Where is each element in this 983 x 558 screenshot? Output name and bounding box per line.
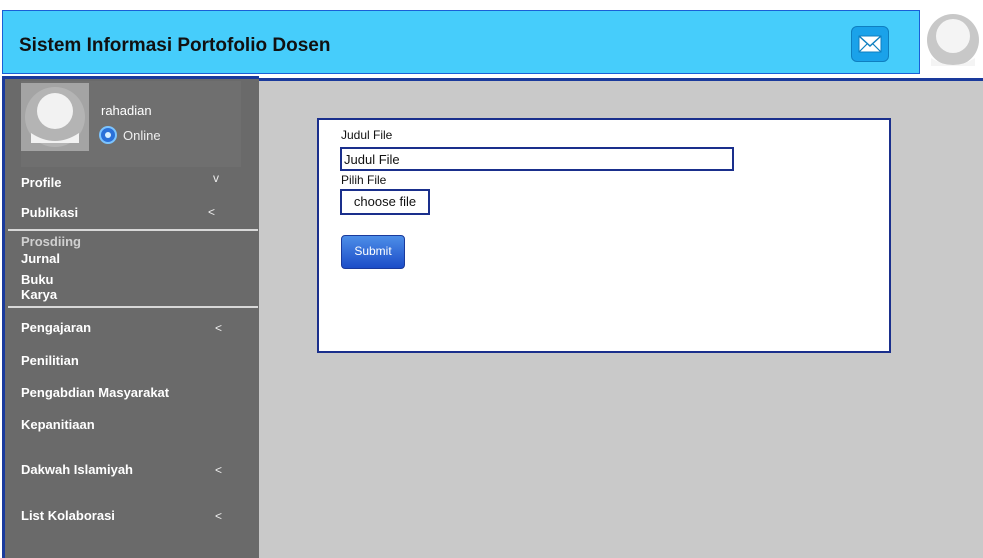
mail-icon[interactable] bbox=[851, 26, 889, 62]
chevron-left-icon: < bbox=[215, 463, 223, 477]
sidebar-item-label: Pengabdian Masyarakat bbox=[21, 385, 170, 400]
sidebar-item-pengabdian-masyarakat[interactable]: Pengabdian Masyarakat bbox=[21, 385, 169, 400]
top-header: Sistem Informasi Portofolio Dosen bbox=[2, 10, 920, 74]
chevron-left-icon: < bbox=[215, 509, 223, 523]
upload-form: Judul File Pilih File choose file Submit bbox=[317, 118, 891, 353]
sidebar-subitem-karya[interactable]: Karya bbox=[21, 288, 57, 302]
profile-panel: rahadian Online bbox=[21, 81, 241, 167]
app-title: Sistem Informasi Portofolio Dosen bbox=[19, 35, 331, 56]
sidebar-subitem-prosdiing[interactable]: Prosdiing bbox=[21, 235, 81, 249]
pilih-file-label: Pilih File bbox=[341, 173, 387, 187]
sidebar-item-dakwah-islamiyah[interactable]: Dakwah Islamiyah bbox=[21, 462, 133, 477]
sidebar-item-pengajaran[interactable]: Pengajaran bbox=[21, 320, 91, 335]
chevron-left-icon: < bbox=[208, 205, 216, 219]
chevron-down-icon: v bbox=[213, 171, 219, 185]
sidebar-item-kepanitiaan[interactable]: Kepanitiaan bbox=[21, 417, 95, 432]
sidebar-item-label: Publikasi bbox=[21, 205, 79, 220]
sidebar-subitem-jurnal[interactable]: Jurnal bbox=[21, 252, 60, 266]
sidebar-subitem-buku[interactable]: Buku bbox=[21, 273, 54, 287]
divider bbox=[8, 229, 258, 231]
divider bbox=[8, 306, 258, 308]
judul-file-label: Judul File bbox=[341, 128, 393, 142]
sidebar-item-label: List Kolaborasi bbox=[21, 508, 115, 523]
sidebar-item-label: Pengajaran bbox=[21, 320, 92, 335]
choose-file-button[interactable]: choose file bbox=[340, 189, 430, 215]
username: rahadian bbox=[101, 103, 152, 118]
sidebar-item-profile[interactable]: Profile bbox=[21, 175, 61, 190]
user-avatar-icon[interactable] bbox=[922, 8, 980, 78]
sidebar-item-label: Kepanitiaan bbox=[21, 417, 95, 432]
judul-file-input[interactable] bbox=[340, 147, 734, 171]
sidebar-item-label: Dakwah Islamiyah bbox=[21, 462, 133, 477]
status-label: Online bbox=[123, 128, 161, 143]
online-status-icon bbox=[99, 126, 117, 144]
sidebar: rahadian Online Profile v Publikasi < Pr… bbox=[2, 76, 259, 558]
chevron-left-icon: < bbox=[215, 321, 223, 335]
submit-button[interactable]: Submit bbox=[341, 235, 405, 269]
sidebar-item-label: Profile bbox=[21, 175, 62, 190]
sidebar-item-publikasi[interactable]: Publikasi bbox=[21, 205, 78, 220]
sidebar-item-penilitian[interactable]: Penilitian bbox=[21, 353, 79, 368]
sidebar-item-label: Penilitian bbox=[21, 353, 79, 368]
sidebar-item-list-kolaborasi[interactable]: List Kolaborasi bbox=[21, 508, 115, 523]
avatar bbox=[21, 83, 89, 151]
